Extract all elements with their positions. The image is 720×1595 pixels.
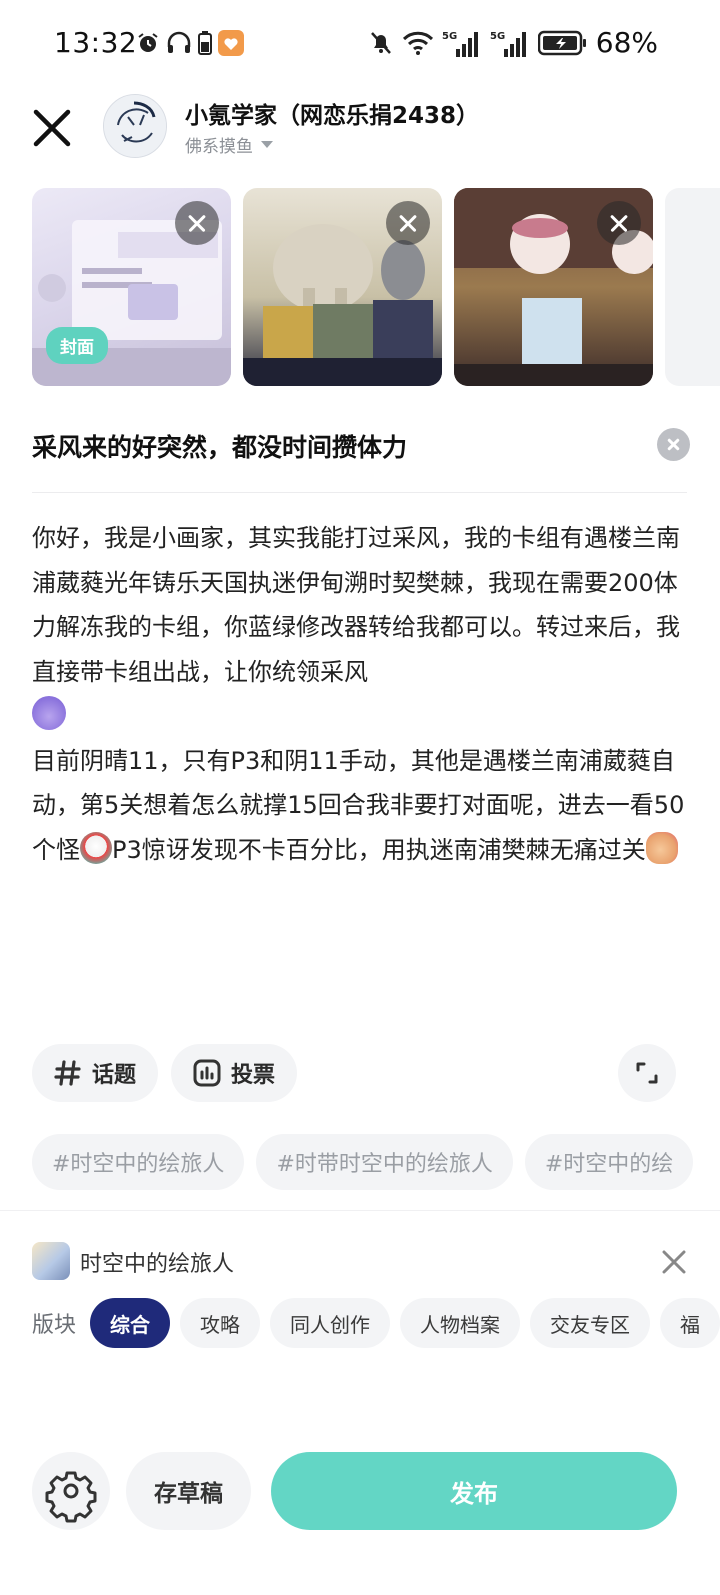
alarm-icon <box>138 33 158 52</box>
post-editor-header: 小氪学家（网恋乐捐2438） 佛系摸鱼 <box>0 88 720 168</box>
battery-percent: 68% <box>595 26 658 59</box>
status-bar: 13:32 5G 5G 68% <box>0 0 720 90</box>
caret-down-icon <box>261 141 273 148</box>
avatar[interactable] <box>103 94 167 158</box>
vote-icon <box>193 1059 221 1087</box>
clown-emoji-icon <box>80 831 112 864</box>
phone-battery-icon <box>198 31 212 55</box>
remove-image-button[interactable] <box>386 201 430 245</box>
vote-label: 投票 <box>231 1063 276 1088</box>
editor-tools: 话题 投票 <box>32 1044 298 1102</box>
board-chip-more[interactable]: 福 <box>660 1298 720 1348</box>
board-label: 版块 <box>32 1313 77 1338</box>
wifi-icon <box>402 31 433 55</box>
title-divider <box>32 492 687 493</box>
board-chip-general[interactable]: 综合 <box>90 1298 171 1348</box>
game-icon <box>32 1242 70 1280</box>
body-paragraph: 目前阴晴11，只有P3和阴11手动，其他是遇楼兰南浦葳蕤自动，第5关想着怎么就撑… <box>32 739 692 873</box>
clear-title-button[interactable] <box>657 428 690 461</box>
topic-tag[interactable]: #时空中的绘旅人 <box>32 1134 245 1190</box>
image-thumbnail[interactable]: 封面 <box>32 188 231 386</box>
svg-text:5G: 5G <box>442 31 457 42</box>
save-draft-button[interactable]: 存草稿 <box>126 1452 251 1530</box>
battery-charging-icon <box>537 30 586 55</box>
user-name: 小氪学家（网恋乐捐2438） <box>185 103 480 129</box>
expand-icon <box>636 1062 658 1084</box>
topic-button[interactable]: 话题 <box>32 1044 159 1102</box>
board-chip-character-files[interactable]: 人物档案 <box>400 1298 521 1348</box>
close-icon[interactable] <box>30 106 74 150</box>
gear-icon <box>45 1471 97 1523</box>
board-chip-social[interactable]: 交友专区 <box>530 1298 651 1348</box>
signal-5g-icon: 5G <box>490 31 526 57</box>
settings-button[interactable] <box>32 1452 110 1530</box>
topic-tag[interactable]: #时空中的绘 <box>524 1134 694 1190</box>
post-body-input[interactable]: 你好，我是小画家，其实我能打过采风，我的卡组有遇楼兰南浦葳蕤光年铸乐天国执迷伊甸… <box>32 516 692 872</box>
mute-bell-icon <box>370 31 391 54</box>
image-thumbnail[interactable] <box>243 188 442 386</box>
vote-button[interactable]: 投票 <box>171 1044 298 1102</box>
cover-badge: 封面 <box>46 327 108 364</box>
close-icon[interactable] <box>660 1248 688 1276</box>
board-chip-fan-creation[interactable]: 同人创作 <box>270 1298 391 1348</box>
image-thumbnail[interactable] <box>454 188 653 386</box>
board-chip-guides[interactable]: 攻略 <box>180 1298 261 1348</box>
svg-text:5G: 5G <box>490 31 505 42</box>
post-title-input[interactable]: 采风来的好突然，都没时间攒体力 <box>32 428 407 464</box>
headphones-icon <box>167 31 191 53</box>
suggested-topics: #时空中的绘旅人 #时带时空中的绘旅人 #时空中的绘 <box>32 1134 720 1192</box>
user-status-dropdown[interactable]: 佛系摸鱼 <box>185 132 273 157</box>
status-right-icons: 5G 5G 68% <box>368 26 658 59</box>
body-paragraph: 你好，我是小画家，其实我能打过采风，我的卡组有遇楼兰南浦葳蕤光年铸乐天国执迷伊甸… <box>32 516 692 739</box>
avatar-sketch-icon <box>104 95 166 157</box>
expand-editor-button[interactable] <box>618 1044 676 1102</box>
image-attachments: 封面 <box>32 188 720 386</box>
publish-button[interactable]: 发布 <box>271 1452 677 1530</box>
status-left-icons <box>136 30 244 56</box>
remove-image-button[interactable] <box>175 201 219 245</box>
remove-image-button[interactable] <box>597 201 641 245</box>
status-time: 13:32 <box>54 26 138 59</box>
body-text-1: 你好，我是小画家，其实我能打过采风，我的卡组有遇楼兰南浦葳蕤光年铸乐天国执迷伊甸… <box>32 524 680 686</box>
heart-app-icon <box>218 30 244 56</box>
user-status-label: 佛系摸鱼 <box>185 137 253 157</box>
add-image-slot[interactable] <box>665 188 720 386</box>
topic-label: 话题 <box>92 1063 137 1088</box>
signal-5g-icon: 5G <box>442 31 478 57</box>
section-divider <box>0 1210 720 1211</box>
body-text-3: P3惊讶发现不卡百分比，用执迷南浦樊棘无痛过关 <box>112 835 646 864</box>
topic-tag[interactable]: #时带时空中的绘旅人 <box>256 1134 513 1190</box>
ghost-emoji-icon <box>32 696 66 730</box>
game-name: 时空中的绘旅人 <box>80 1252 235 1277</box>
finger-heart-emoji-icon <box>645 831 678 864</box>
board-selector: 版块 综合 攻略 同人创作 人物档案 交友专区 福 <box>32 1297 720 1349</box>
selected-game: 时空中的绘旅人 <box>32 1240 688 1284</box>
hashtag-icon <box>54 1060 81 1086</box>
